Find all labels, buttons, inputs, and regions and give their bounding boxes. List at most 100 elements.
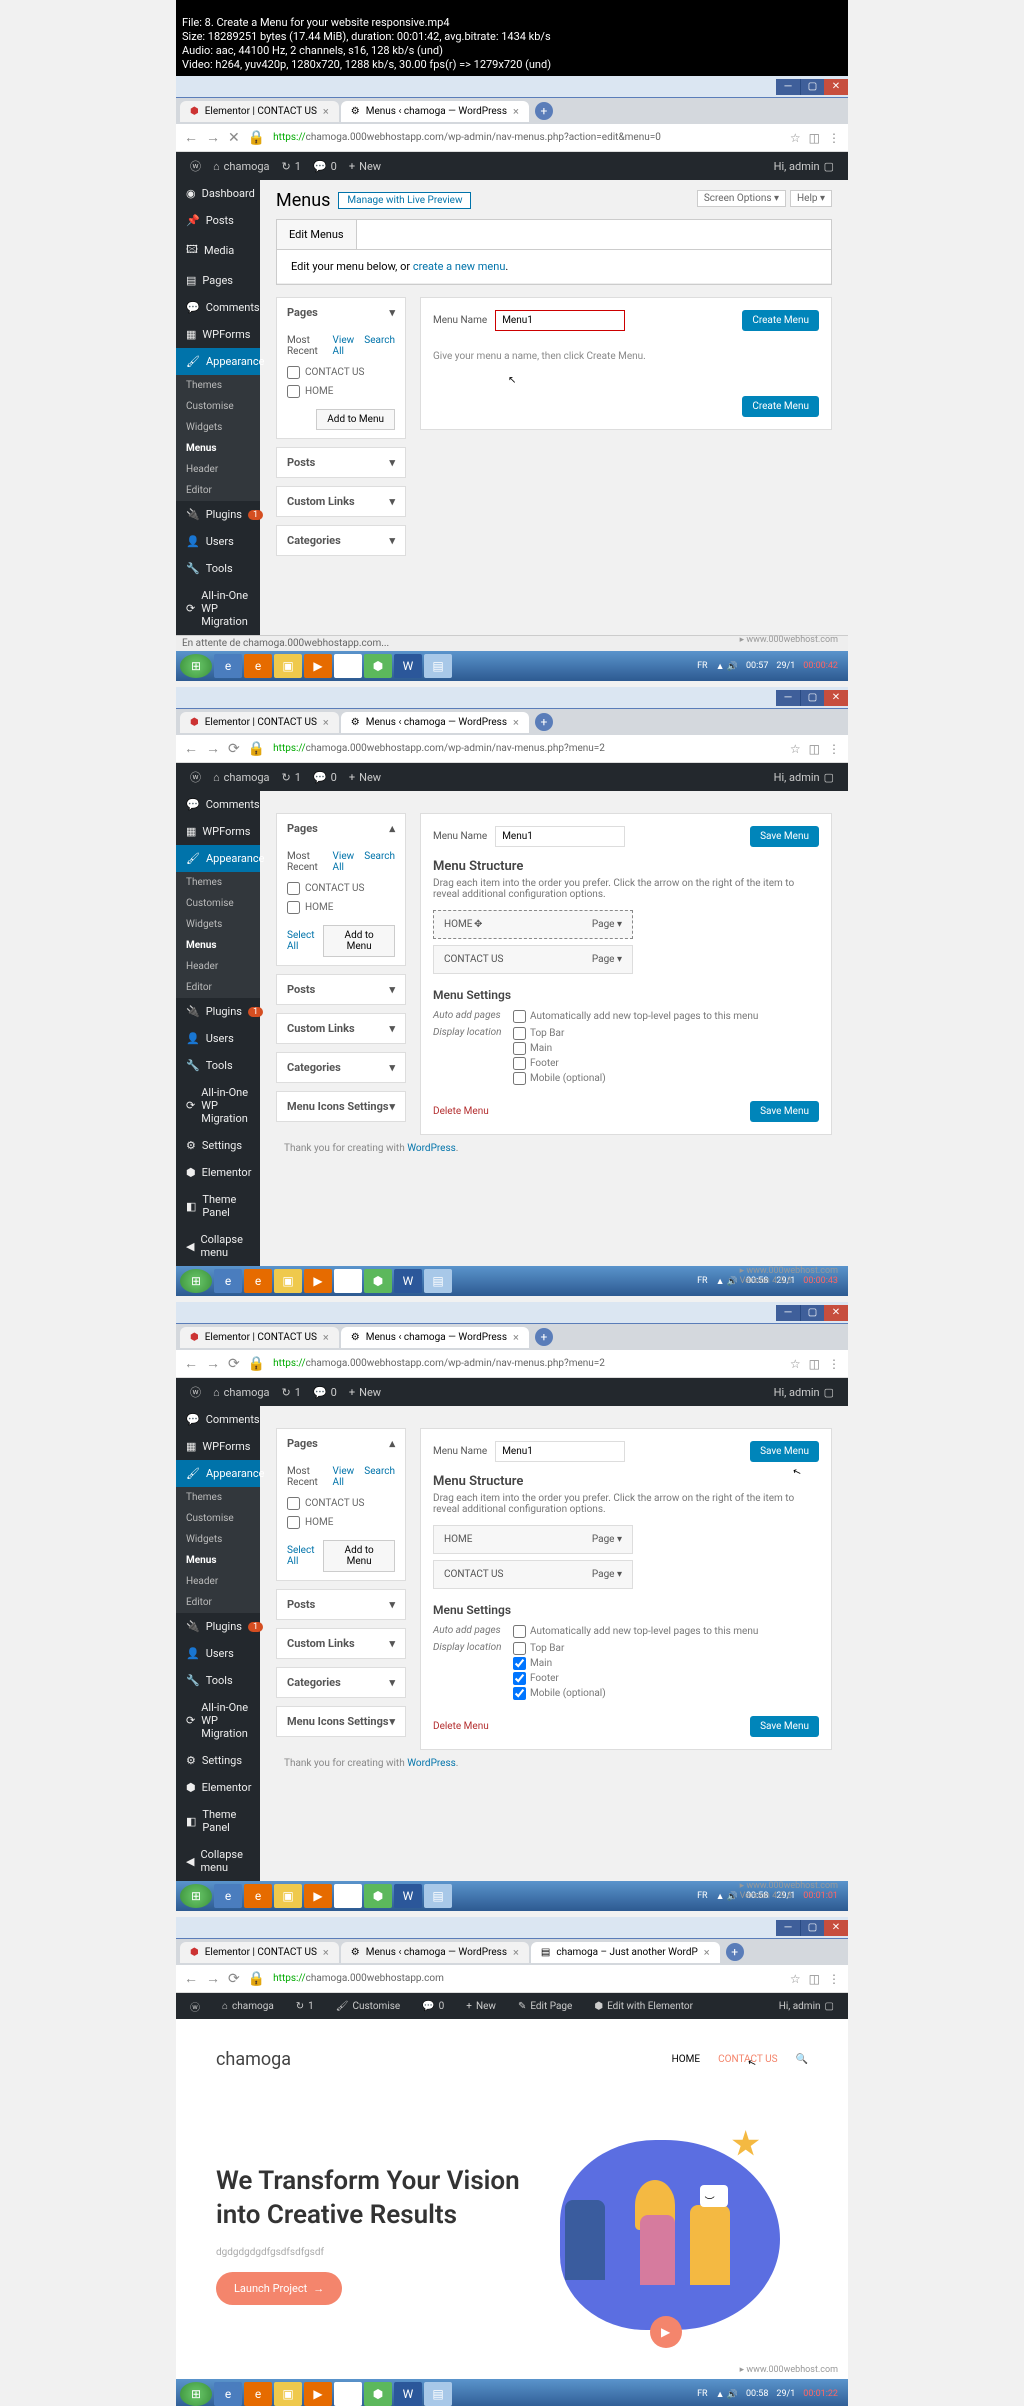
customise-link[interactable]: 🖌 Customise xyxy=(330,2001,406,2012)
sidebar-wpforms[interactable]: ▦ WPForms xyxy=(176,818,260,845)
comments-count[interactable]: 💬 0 xyxy=(307,160,343,173)
sidebar-plugins[interactable]: 🔌 Plugins 1 xyxy=(176,1613,260,1640)
sidebar-elementor[interactable]: ⬢ Elementor xyxy=(176,1774,260,1801)
posts-metabox[interactable]: Posts▾ xyxy=(277,975,405,1004)
comments-count[interactable]: 💬 0 xyxy=(416,2001,450,2012)
sidebar-appearance[interactable]: 🖌 Appearance xyxy=(176,1460,260,1487)
wp-logo[interactable]: ⓦ xyxy=(184,1999,206,2014)
start-button[interactable]: ⊞ xyxy=(180,2382,212,2406)
menu-item-contact[interactable]: CONTACT USPage ▾ xyxy=(433,1560,633,1589)
tab-recent[interactable]: Most Recent xyxy=(287,851,325,873)
loc-footer[interactable] xyxy=(513,1672,526,1685)
sidebar-wpforms[interactable]: ▦ WPForms xyxy=(176,1433,260,1460)
sidebar-comments[interactable]: 💬 Comments xyxy=(176,791,260,818)
explorer-icon[interactable]: ▣ xyxy=(274,2382,302,2406)
wp-logo[interactable]: ⓦ xyxy=(184,769,207,785)
sidebar-tools[interactable]: 🔧 Tools xyxy=(176,1667,260,1694)
window-minimize[interactable]: ─ xyxy=(776,1920,800,1936)
browser-tab-elementor[interactable]: ⬢Elementor | CONTACT US× xyxy=(180,712,339,733)
check-home[interactable] xyxy=(287,1516,300,1529)
save-menu-button[interactable]: Save Menu xyxy=(750,1441,819,1462)
sidebar-header[interactable]: Header xyxy=(176,459,260,480)
categories-metabox[interactable]: Categories▾ xyxy=(277,1053,405,1082)
window-close[interactable]: ✕ xyxy=(824,1305,848,1321)
explorer-icon[interactable]: ▣ xyxy=(274,1269,302,1293)
save-menu-button[interactable]: Save Menu xyxy=(750,826,819,847)
categories-metabox[interactable]: Categories▾ xyxy=(277,526,405,555)
ie-icon[interactable]: e xyxy=(214,1269,242,1293)
new-tab-button[interactable]: + xyxy=(726,1943,744,1961)
menu-item-home-drag[interactable]: HOME✥Page ▾ xyxy=(433,910,633,939)
wordpress-link[interactable]: WordPress xyxy=(407,1143,456,1154)
edit-page-link[interactable]: ✎ Edit Page xyxy=(512,2001,578,2012)
posts-metabox[interactable]: Posts▾ xyxy=(277,1590,405,1619)
delete-menu-link[interactable]: Delete Menu xyxy=(433,1721,489,1732)
notepad-icon[interactable]: ▤ xyxy=(424,2382,452,2406)
reload-button[interactable]: ⟳ xyxy=(228,741,240,757)
sidebar-menus[interactable]: Menus xyxy=(176,438,260,459)
sidebar-themes[interactable]: Themes xyxy=(176,1487,260,1508)
sidebar-customise[interactable]: Customise xyxy=(176,893,260,914)
delete-menu-link[interactable]: Delete Menu xyxy=(433,1106,489,1117)
star-icon[interactable]: ☆ xyxy=(790,1972,801,1986)
loc-main[interactable] xyxy=(513,1042,526,1055)
screen-options[interactable]: Screen Options ▾ xyxy=(697,190,786,207)
check-home[interactable] xyxy=(287,385,300,398)
sidebar-appearance[interactable]: 🖌 Appearance xyxy=(176,348,260,375)
custom-links-metabox[interactable]: Custom Links▾ xyxy=(277,1014,405,1043)
start-button[interactable]: ⊞ xyxy=(180,654,212,678)
site-name[interactable]: ⌂ chamoga xyxy=(207,160,276,173)
chrome-icon[interactable]: ◉ xyxy=(334,654,362,678)
camtasia-icon[interactable]: ⬢ xyxy=(364,654,392,678)
window-maximize[interactable]: ▢ xyxy=(800,79,824,95)
sidebar-themepanel[interactable]: ◧ Theme Panel xyxy=(176,1186,260,1226)
new-tab-button[interactable]: + xyxy=(535,713,553,731)
menu-icon[interactable]: ⋮ xyxy=(828,742,840,756)
window-maximize[interactable]: ▢ xyxy=(800,1920,824,1936)
sidebar-elementor[interactable]: ⬢ Elementor xyxy=(176,1159,260,1186)
sidebar-themes[interactable]: Themes xyxy=(176,375,260,396)
sidebar-comments[interactable]: 💬 Comments xyxy=(176,294,260,321)
user-greeting[interactable]: Hi, admin ▢ xyxy=(768,160,840,173)
site-name[interactable]: ⌂ chamoga xyxy=(207,1386,276,1399)
tab-viewall[interactable]: View All xyxy=(333,335,357,357)
browser-tab-wp[interactable]: ⚙Menus ‹ chamoga — WordPress× xyxy=(341,1327,529,1348)
word-icon[interactable]: W xyxy=(394,1269,422,1293)
vlc-icon[interactable]: ▶ xyxy=(304,1269,332,1293)
vlc-icon[interactable]: ▶ xyxy=(304,654,332,678)
comments-count[interactable]: 💬 0 xyxy=(307,1386,343,1399)
bookmark-icon[interactable]: ◫ xyxy=(809,1357,820,1371)
chrome-icon[interactable]: ◉ xyxy=(334,1269,362,1293)
menu-icon[interactable]: ⋮ xyxy=(828,131,840,145)
star-icon[interactable]: ☆ xyxy=(790,1357,801,1371)
sidebar-editor[interactable]: Editor xyxy=(176,1592,260,1613)
address-bar[interactable]: https://chamoga.000webhostapp.com/wp-adm… xyxy=(273,132,782,143)
window-close[interactable]: ✕ xyxy=(824,79,848,95)
tab-viewall[interactable]: View All xyxy=(333,851,357,873)
search-icon[interactable]: 🔍 xyxy=(796,2054,808,2065)
close-icon[interactable]: × xyxy=(513,1946,519,1959)
loc-topbar[interactable] xyxy=(513,1642,526,1655)
sidebar-widgets[interactable]: Widgets xyxy=(176,417,260,438)
sidebar-users[interactable]: 👤 Users xyxy=(176,528,260,555)
create-menu-button[interactable]: Create Menu xyxy=(742,310,819,331)
new-content[interactable]: + New xyxy=(343,160,387,173)
menu-item-home[interactable]: HOMEPage ▾ xyxy=(433,1525,633,1554)
updates-count[interactable]: ↻ 1 xyxy=(276,160,307,173)
add-to-menu-button[interactable]: Add to Menu xyxy=(316,409,395,430)
sidebar-tools[interactable]: 🔧 Tools xyxy=(176,1052,260,1079)
window-minimize[interactable]: ─ xyxy=(776,1305,800,1321)
updates-count[interactable]: ↻ 1 xyxy=(290,2001,320,2012)
play-icon[interactable]: ▶ xyxy=(650,2316,682,2348)
camtasia-icon[interactable]: ⬢ xyxy=(364,1884,392,1908)
add-to-menu-button[interactable]: Add to Menu xyxy=(323,1540,395,1572)
menu-icon[interactable]: ⋮ xyxy=(828,1972,840,1986)
firefox-icon[interactable]: e xyxy=(244,1884,272,1908)
edit-menus-tab[interactable]: Edit Menus xyxy=(277,220,357,249)
user-greeting[interactable]: Hi, admin ▢ xyxy=(773,2001,840,2012)
sidebar-settings[interactable]: ⚙ Settings xyxy=(176,1132,260,1159)
sidebar-menus[interactable]: Menus xyxy=(176,935,260,956)
wp-logo[interactable]: ⓦ xyxy=(184,158,207,174)
start-button[interactable]: ⊞ xyxy=(180,1269,212,1293)
window-close[interactable]: ✕ xyxy=(824,690,848,706)
